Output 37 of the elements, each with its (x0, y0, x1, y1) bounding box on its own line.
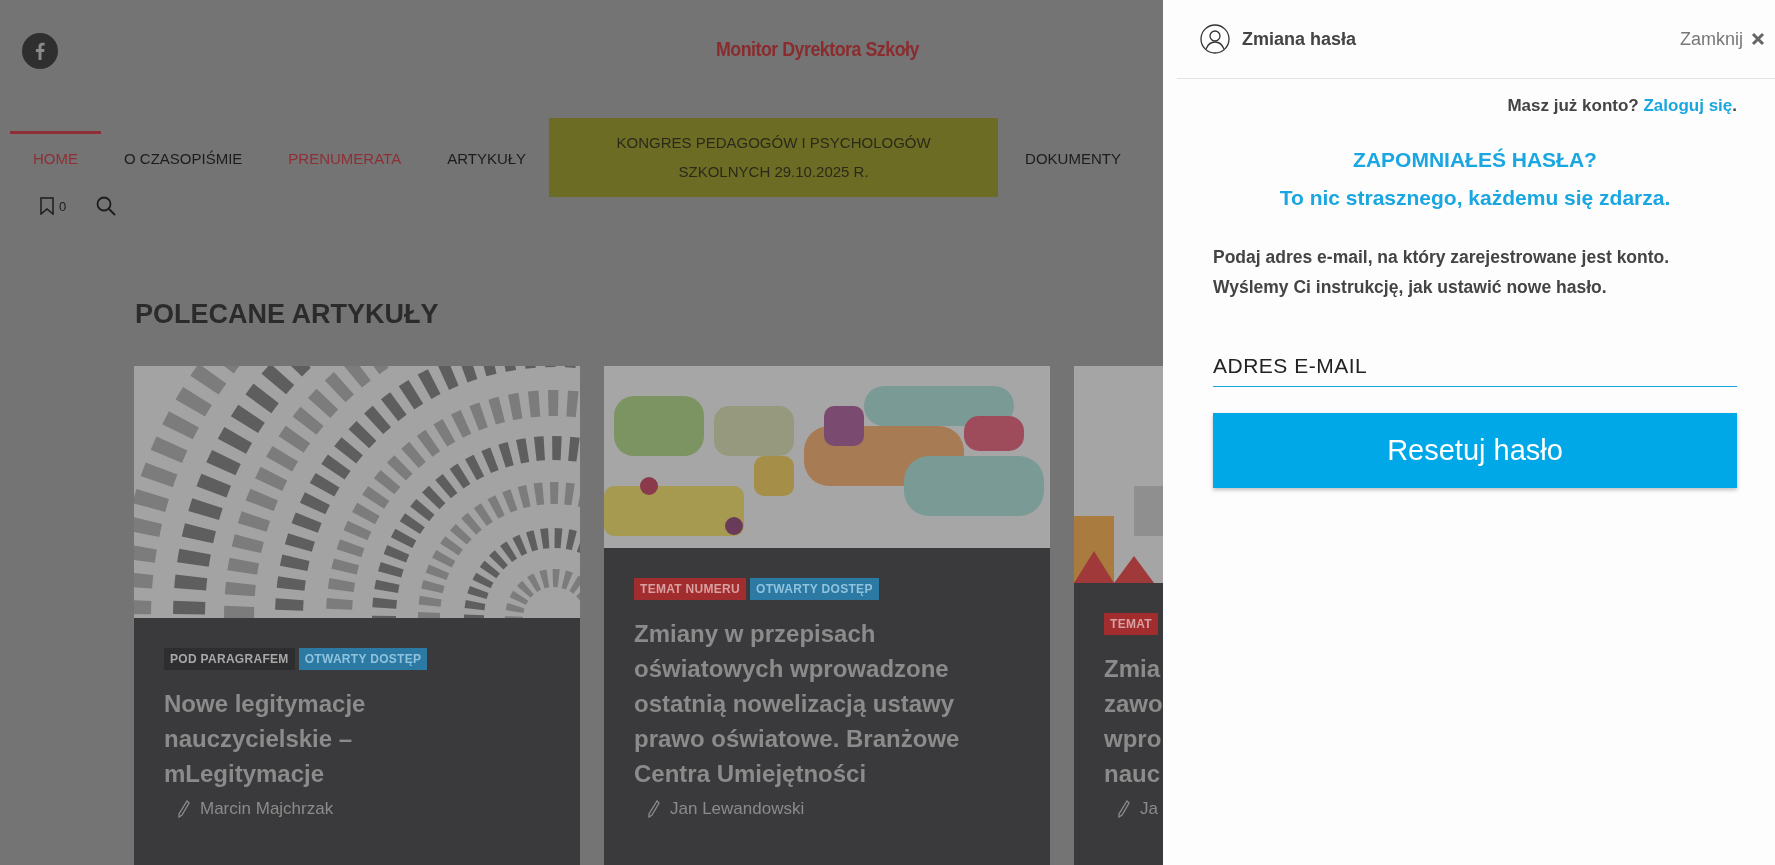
category-tag[interactable]: OTWARTY DOSTĘP (298, 648, 428, 670)
author-name[interactable]: Ja (1140, 799, 1158, 819)
nav-link[interactable]: ARTYKUŁY (424, 131, 550, 183)
site-logo[interactable]: Monitor Dyrektora Szkoły (715, 36, 919, 61)
author-name[interactable]: Jan Lewandowski (670, 799, 805, 819)
panel-title: Zmiana hasła (1242, 28, 1358, 50)
reset-heading: ZAPOMNIAŁEŚ HASŁA? (1352, 148, 1598, 172)
reset-subheading: To nic strasznego, każdemu się zdarza. (1278, 186, 1672, 210)
bookmark-count: 0 (59, 198, 67, 214)
close-icon (1751, 32, 1765, 46)
nav-link[interactable]: O CZASOPIŚMIE (101, 131, 266, 183)
article-title[interactable]: Zmia zawo wpro nauc (1104, 651, 1163, 791)
nav-link[interactable]: HOME (10, 131, 101, 183)
article-title[interactable]: Zmiany w przepisach oświatowych wprowadzone ostatnią nowelizacją ustawy prawo oświatowe. Branżowe Centra Umiejętności (634, 616, 960, 791)
nav-link[interactable]: PRENUMERATA (265, 131, 425, 183)
pencil-icon (178, 800, 190, 818)
user-icon (1200, 24, 1230, 54)
author-name[interactable]: Marcin Majchrzak (200, 799, 334, 819)
category-tag[interactable]: POD PARAGRAFEM (164, 648, 295, 670)
close-button[interactable]: Zamknij (1680, 28, 1765, 50)
login-prompt: Masz już konto? Zaloguj się. (1507, 96, 1737, 116)
category-tag[interactable]: TEMAT (1104, 613, 1158, 635)
event-banner-link[interactable]: KONGRES PEDAGOGÓW I PSYCHOLOGÓW SZKOLNYCH 29.10.2025 R. (549, 117, 999, 197)
article-title[interactable]: Nowe legitymacje nauczycielskie – mLegitymacje (164, 686, 366, 791)
category-tag[interactable]: OTWARTY DOSTĘP (750, 578, 879, 600)
search-icon[interactable] (96, 196, 117, 216)
login-link[interactable]: Zaloguj się (1643, 96, 1733, 115)
instructions-text: Podaj adres e-mail, na który zarejestrowane jest konto. Wyślemy Ci instrukcję, jak ustawić nowe hasło. (1213, 246, 1671, 299)
nav-link[interactable]: DOKUMENTY (1002, 131, 1144, 183)
pencil-icon (648, 800, 660, 818)
email-field[interactable]: ADRES E-MAIL (1213, 346, 1737, 387)
section-title: POLECANE ARTYKUŁY (135, 299, 440, 330)
reset-password-button[interactable]: Resetuj hasło (1213, 413, 1737, 488)
pencil-icon (1118, 800, 1130, 818)
facebook-icon[interactable] (22, 32, 58, 69)
category-tag[interactable]: TEMAT NUMERU (634, 578, 747, 600)
bookmark-icon[interactable] (40, 197, 54, 215)
